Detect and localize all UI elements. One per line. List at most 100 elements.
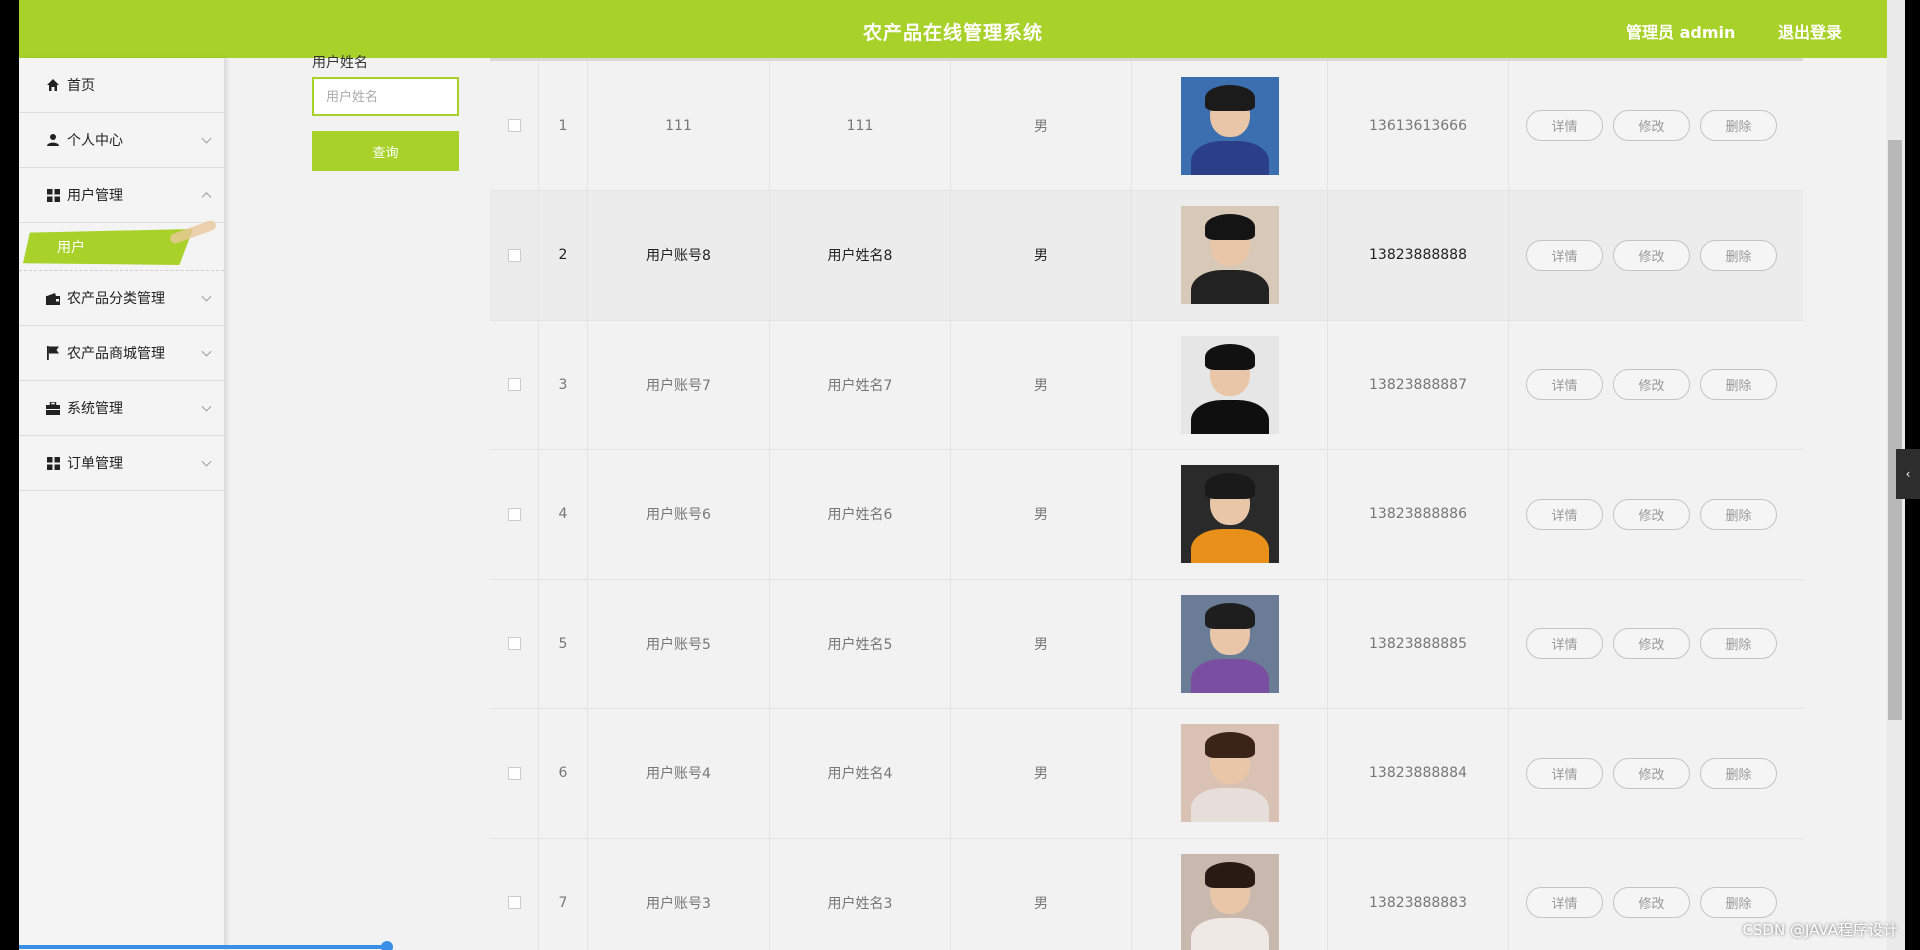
edit-button[interactable]: 修改 [1613, 887, 1690, 918]
detail-button[interactable]: 详情 [1526, 110, 1603, 141]
table-row: 4 用户账号6 用户姓名6 男 13823888886 详情 修改 删除 [490, 449, 1803, 580]
sidebar-item-user-management[interactable]: 用户管理 [19, 168, 224, 223]
sidebar-item-label: 农产品商城管理 [67, 346, 165, 362]
row-checkbox[interactable] [507, 119, 521, 132]
row-account: 用户账号3 [588, 838, 770, 950]
row-gender: 男 [951, 708, 1132, 838]
user-table: 1 111 111 男 13613613666 详情 修改 删除 2 用户账号8 用户姓名8 男 138… [490, 58, 1803, 950]
row-index: 6 [539, 708, 588, 838]
search-label: 用户姓名 [312, 55, 368, 71]
row-actions: 详情 修改 删除 [1509, 61, 1803, 190]
avatar [1180, 465, 1279, 563]
delete-button[interactable]: 删除 [1700, 887, 1777, 918]
delete-button[interactable]: 删除 [1700, 239, 1777, 271]
sidebar-item-mall-management[interactable]: 农产品商城管理 [19, 326, 224, 381]
row-avatar-cell [1132, 708, 1328, 838]
row-avatar-cell [1132, 61, 1328, 190]
row-select-cell [490, 61, 539, 190]
detail-button[interactable]: 详情 [1526, 887, 1603, 918]
avatar [1180, 76, 1279, 175]
row-account: 用户账号5 [588, 579, 770, 708]
detail-button[interactable]: 详情 [1526, 239, 1603, 271]
detail-button[interactable]: 详情 [1526, 628, 1603, 659]
sidebar-item-order-management[interactable]: 订单管理 [19, 436, 224, 491]
current-user: 管理员 admin [1626, 23, 1736, 42]
row-select-cell [490, 579, 539, 708]
row-phone: 13823888885 [1328, 579, 1509, 708]
edit-button[interactable]: 修改 [1613, 110, 1690, 141]
sidebar-item-home[interactable]: 首页 [19, 58, 224, 113]
scrollbar-thumb[interactable] [1888, 140, 1902, 720]
avatar-body [1190, 917, 1269, 950]
avatar-hair [1204, 473, 1255, 499]
delete-button[interactable]: 删除 [1700, 498, 1777, 530]
avatar-hair [1204, 84, 1255, 111]
row-checkbox[interactable] [507, 896, 521, 909]
row-checkbox[interactable] [507, 766, 521, 780]
detail-button[interactable]: 详情 [1526, 757, 1603, 789]
sidebar: 首页 个人中心 用户管理 用户 农产品分类管理 农产品商城管理 系统管理 订单管… [19, 58, 224, 950]
row-avatar-cell [1132, 320, 1328, 449]
home-icon [45, 77, 61, 93]
sidebar-item-label: 系统管理 [67, 401, 123, 417]
row-index: 7 [539, 838, 588, 950]
sidebar-item-label: 订单管理 [67, 456, 123, 472]
avatar [1180, 206, 1279, 304]
edit-button[interactable]: 修改 [1613, 239, 1690, 271]
detail-button[interactable]: 详情 [1526, 369, 1603, 400]
delete-button[interactable]: 删除 [1700, 757, 1777, 789]
edit-button[interactable]: 修改 [1613, 628, 1690, 659]
sidebar-item-category-management[interactable]: 农产品分类管理 [19, 271, 224, 326]
row-phone: 13823888887 [1328, 320, 1509, 449]
side-panel-toggle[interactable]: ‹ [1896, 449, 1920, 499]
delete-button[interactable]: 删除 [1700, 369, 1777, 400]
row-account: 用户账号4 [588, 708, 770, 838]
sidebar-item-profile[interactable]: 个人中心 [19, 113, 224, 168]
row-index: 2 [539, 190, 588, 320]
row-checkbox[interactable] [507, 248, 521, 262]
edit-button[interactable]: 修改 [1613, 757, 1690, 789]
row-select-cell [490, 838, 539, 950]
row-name: 用户姓名4 [770, 708, 951, 838]
search-button[interactable]: 查询 [312, 131, 459, 171]
search-input[interactable] [312, 77, 459, 116]
flag-icon [45, 345, 61, 361]
submenu-user-management: 用户 [19, 219, 224, 271]
row-select-cell [490, 190, 539, 320]
row-account: 用户账号8 [588, 190, 770, 320]
row-checkbox[interactable] [507, 637, 521, 650]
sidebar-item-system-management[interactable]: 系统管理 [19, 381, 224, 436]
delete-button[interactable]: 删除 [1700, 628, 1777, 659]
row-select-cell [490, 320, 539, 449]
wallet-icon [45, 290, 61, 306]
row-name: 用户姓名5 [770, 579, 951, 708]
chevron-down-icon [201, 456, 212, 467]
chevron-left-icon: ‹ [1905, 467, 1911, 481]
avatar-hair [1204, 861, 1255, 888]
app-title: 农产品在线管理系统 [862, 22, 1043, 44]
table-row: 2 用户账号8 用户姓名8 男 13823888888 详情 修改 删除 [490, 190, 1803, 321]
row-checkbox[interactable] [507, 378, 521, 391]
row-name: 用户姓名8 [770, 190, 951, 320]
horizontal-scroll-knob[interactable] [381, 941, 393, 950]
avatar-body [1190, 270, 1269, 304]
table-row: 1 111 111 男 13613613666 详情 修改 删除 [490, 61, 1803, 191]
row-actions: 详情 修改 删除 [1509, 191, 1803, 320]
sidebar-subitem-user[interactable]: 用户 [23, 229, 193, 265]
edit-button[interactable]: 修改 [1613, 369, 1690, 400]
row-checkbox[interactable] [507, 507, 521, 521]
edit-button[interactable]: 修改 [1613, 498, 1690, 530]
chevron-down-icon [201, 291, 212, 302]
avatar [1180, 853, 1279, 950]
row-name: 用户姓名3 [770, 838, 951, 950]
delete-button[interactable]: 删除 [1700, 110, 1777, 141]
row-avatar-cell [1132, 579, 1328, 708]
row-phone: 13823888883 [1328, 838, 1509, 950]
chevron-down-icon [201, 346, 212, 357]
sidebar-item-label: 用户管理 [67, 188, 123, 204]
detail-button[interactable]: 详情 [1526, 498, 1603, 530]
logout-link[interactable]: 退出登录 [1778, 19, 1842, 43]
avatar-body [1190, 788, 1269, 822]
avatar-body [1190, 658, 1269, 693]
row-avatar-cell [1132, 449, 1328, 579]
